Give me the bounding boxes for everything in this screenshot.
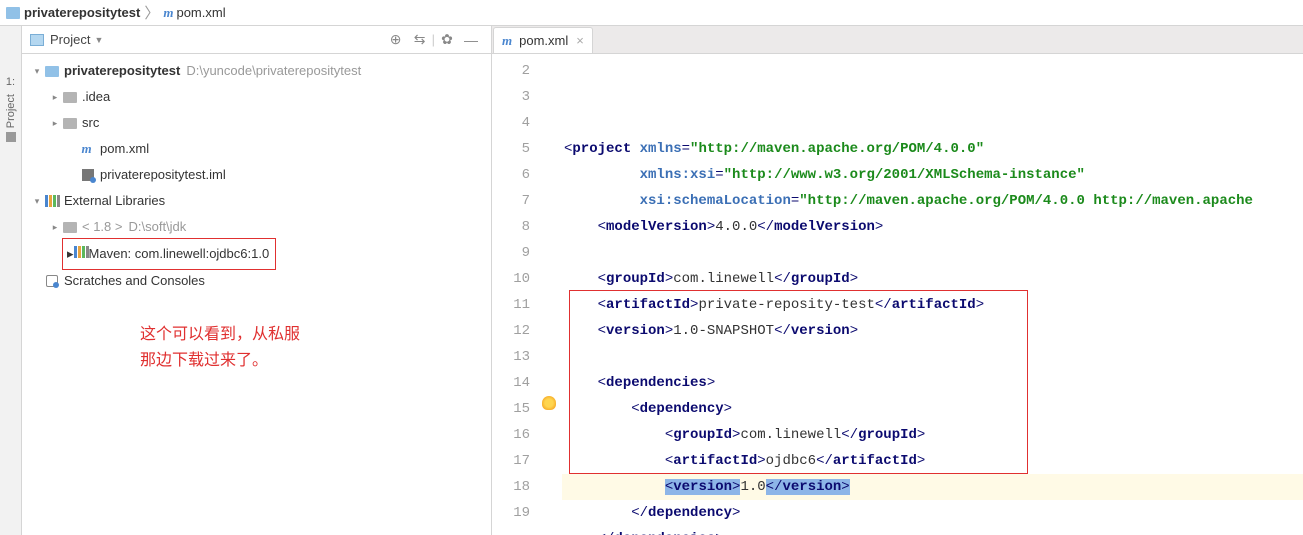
tool-label[interactable]: Project <box>5 94 17 128</box>
close-icon[interactable]: × <box>576 33 584 48</box>
tree-pom[interactable]: m pom.xml <box>22 136 491 162</box>
breadcrumb-file[interactable]: m pom.xml <box>163 5 225 21</box>
folder-icon <box>63 222 77 233</box>
project-toolbar: Project ▼ ⊕ ⇆ | ✿ — <box>22 26 491 54</box>
project-view-icon <box>30 34 44 46</box>
hide-icon[interactable]: — <box>462 31 480 49</box>
annotation-line1: 这个可以看到，从私服 <box>140 322 491 348</box>
module-file-icon <box>82 169 94 181</box>
library-icon <box>74 246 89 258</box>
highlighted-tree-row: ▸ Maven: com.linewell:ojdbc6:1.0 <box>62 238 276 270</box>
tool-square-icon <box>6 132 16 142</box>
tree-item-label: pom.xml <box>100 136 149 162</box>
breadcrumb-root-label: privaterepositytest <box>24 5 140 20</box>
tree-root-label: privaterepositytest <box>64 58 180 84</box>
tree-jdk-path: D:\soft\jdk <box>128 214 186 240</box>
tree-idea[interactable]: ▸ .idea <box>22 84 491 110</box>
tab-label: pom.xml <box>519 33 568 48</box>
maven-file-icon: m <box>163 5 173 21</box>
annotation-text: 这个可以看到，从私服 那边下载过来了。 <box>22 322 491 374</box>
tree-item-label: src <box>82 110 99 136</box>
maven-file-icon: m <box>81 136 91 162</box>
caret-down-icon: ▼ <box>94 35 103 45</box>
editor-tabbar: m pom.xml × <box>492 26 1303 54</box>
annotation-line2: 那边下载过来了。 <box>140 348 491 374</box>
intention-bulb-icon[interactable] <box>542 396 556 410</box>
tool-number: 1: <box>6 76 15 88</box>
editor-tab[interactable]: m pom.xml × <box>493 27 593 53</box>
breadcrumb-separator: 〉 <box>144 2 159 23</box>
breadcrumb-file-label: pom.xml <box>176 5 225 20</box>
chevron-down-icon[interactable]: ▾ <box>30 58 44 84</box>
tree-item-label[interactable]: Maven: com.linewell:ojdbc6:1.0 <box>89 241 270 267</box>
tree-external-libs[interactable]: ▾ External Libraries <box>22 188 491 214</box>
breadcrumb-root[interactable]: privaterepositytest <box>6 5 140 20</box>
icon-gutter <box>540 54 562 535</box>
tree-root[interactable]: ▾ privaterepositytest D:\yuncode\private… <box>22 58 491 84</box>
chevron-right-icon[interactable]: ▸ <box>48 110 62 136</box>
tree-root-path: D:\yuncode\privaterepositytest <box>186 58 361 84</box>
folder-icon <box>63 118 77 129</box>
locate-icon[interactable]: ⊕ <box>387 31 405 49</box>
line-gutter: 2345678910111213141516171819 <box>492 54 540 535</box>
library-icon <box>45 195 60 207</box>
folder-icon <box>45 66 59 77</box>
project-tree: ▾ privaterepositytest D:\yuncode\private… <box>22 54 491 378</box>
tree-scratches[interactable]: Scratches and Consoles <box>22 268 491 294</box>
tree-jdk[interactable]: ▸ < 1.8 > D:\soft\jdk <box>22 214 491 240</box>
tree-item-label: Scratches and Consoles <box>64 268 205 294</box>
code-content[interactable]: <project xmlns="http://maven.apache.org/… <box>562 54 1303 535</box>
collapse-icon[interactable]: ⇆ <box>411 31 429 49</box>
tree-item-label: privaterepositytest.iml <box>100 162 226 188</box>
chevron-right-icon[interactable]: ▸ <box>48 84 62 110</box>
maven-file-icon: m <box>502 33 512 49</box>
folder-icon <box>63 92 77 103</box>
breadcrumb: privaterepositytest 〉 m pom.xml <box>0 0 1303 26</box>
project-view-select[interactable]: Project ▼ <box>50 32 384 47</box>
highlight-rect <box>569 290 1028 474</box>
project-panel: Project ▼ ⊕ ⇆ | ✿ — ▾ privaterepositytes… <box>22 26 492 535</box>
tree-item-label: External Libraries <box>64 188 165 214</box>
chevron-right-icon[interactable]: ▸ <box>48 214 62 240</box>
scratch-icon <box>46 275 58 287</box>
tree-src[interactable]: ▸ src <box>22 110 491 136</box>
folder-icon <box>6 7 20 19</box>
tree-item-label: < 1.8 > <box>82 214 122 240</box>
project-view-label: Project <box>50 32 90 47</box>
left-tool-strip: 1: Project <box>0 26 22 535</box>
tree-item-label: .idea <box>82 84 110 110</box>
editor-area: m pom.xml × 2345678910111213141516171819… <box>492 26 1303 535</box>
tree-iml[interactable]: privaterepositytest.iml <box>22 162 491 188</box>
settings-icon[interactable]: ✿ <box>438 31 456 49</box>
chevron-down-icon[interactable]: ▾ <box>30 188 44 214</box>
